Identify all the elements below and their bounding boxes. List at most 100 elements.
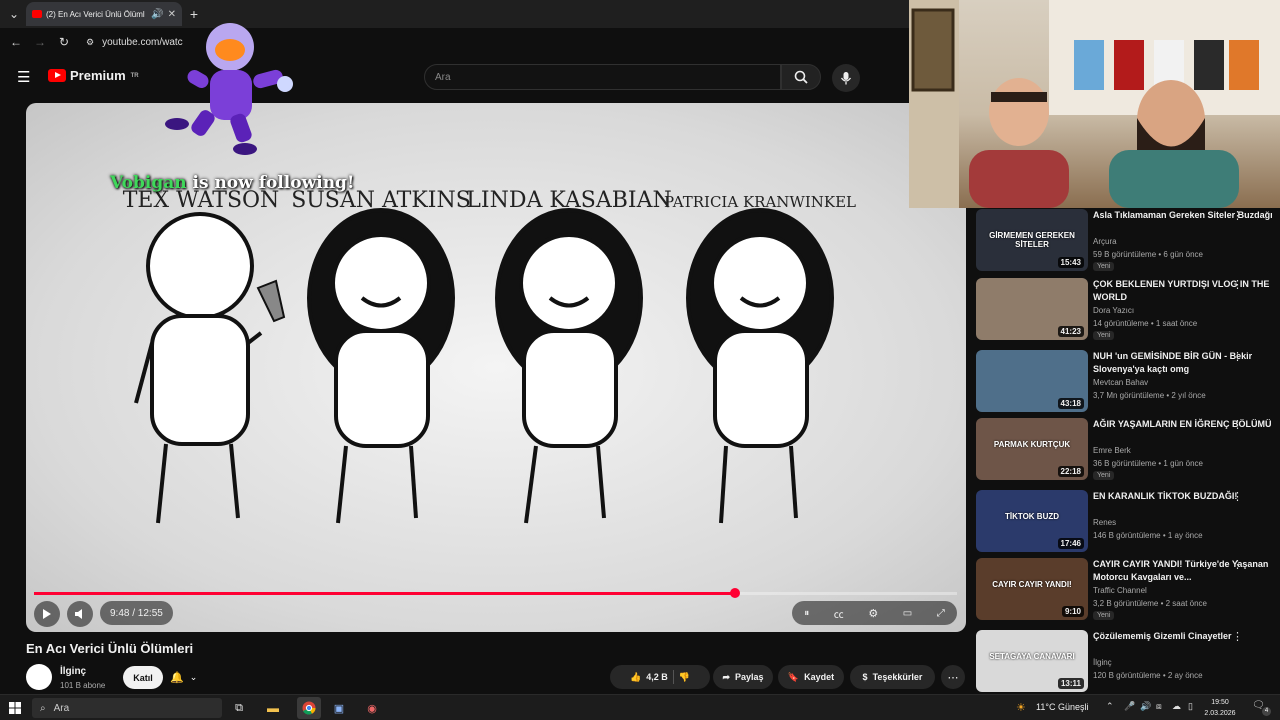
search-button[interactable] xyxy=(781,64,821,90)
recommendation-item[interactable]: SETAGAYA CANAVARI 13:11 Çözülememiş Gizeml… xyxy=(976,630,1276,694)
video-thumbnail[interactable]: TİKTOK BUZD 17:46 xyxy=(976,490,1088,552)
thumbnail-caption: SETAGAYA CANAVARI xyxy=(989,652,1075,661)
recommendation-channel[interactable]: Traffic Channel xyxy=(1093,586,1147,595)
search-icon: ⌕ xyxy=(40,702,46,714)
video-thumbnail[interactable]: CAYIR CAYIR YANDI! 9:10 xyxy=(976,558,1088,620)
save-label: Kaydet xyxy=(804,672,835,682)
recommendation-item[interactable]: CAYIR CAYIR YANDI! 9:10 CAYIR CAYIR YANDI!… xyxy=(976,558,1276,622)
more-vertical-icon[interactable]: ⋮ xyxy=(1232,278,1243,291)
back-arrow-icon[interactable]: ← xyxy=(8,35,24,49)
search-icon xyxy=(794,70,808,84)
autoplay-toggle-icon[interactable]: ⏸ xyxy=(804,608,809,619)
like-dislike-group: 👍 4,2 B 👎 xyxy=(610,665,710,689)
network-tray-icon[interactable]: ⧈ xyxy=(1156,701,1162,712)
more-actions-button[interactable]: ⋯ xyxy=(941,665,965,689)
join-button[interactable]: Katıl xyxy=(123,666,163,689)
windows-taskbar: ⌕ Ara ⧉ ▬ ▣ ◉ ☀ 11°C Güneşli ⌃ 🎤 🔊 ⧈ ☁ ▯… xyxy=(0,694,1280,720)
youtube-premium-logo[interactable]: Premium TR xyxy=(48,68,139,83)
video-thumbnail[interactable]: 43:18 xyxy=(976,350,1088,412)
recommendation-title[interactable]: ÇOK BEKLENEN YURTDIŞI VLOG IN THE WORLD xyxy=(1093,278,1273,304)
new-badge: Yeni xyxy=(1093,471,1115,480)
tab-list-chevron-icon[interactable]: ⌄ xyxy=(6,7,22,21)
recommendation-item[interactable]: 41:23 ÇOK BEKLENEN YURTDIŞI VLOG IN THE W… xyxy=(976,278,1276,342)
recommendation-title[interactable]: AĞIR YAŞAMLARIN EN İĞRENÇ BÖLÜMÜ xyxy=(1093,418,1273,431)
recommendation-channel[interactable]: Mevtcan Bahav xyxy=(1093,378,1148,387)
youtube-favicon-icon xyxy=(32,10,42,18)
taskbar-search-input[interactable]: ⌕ Ara xyxy=(32,698,222,718)
recommendation-channel[interactable]: Dora Yazıcı xyxy=(1093,306,1134,315)
subtitles-icon[interactable]: ㏄ xyxy=(834,606,844,621)
volume-tray-icon[interactable]: 🔊 xyxy=(1140,701,1151,712)
more-vertical-icon[interactable]: ⋮ xyxy=(1232,558,1243,571)
recommendation-title[interactable]: Asla Tıklamaman Gereken Siteler Buzdağı xyxy=(1093,209,1273,222)
recommendation-item[interactable]: PARMAK KURTÇUK 22:18 AĞIR YAŞAMLARIN EN İĞ… xyxy=(976,418,1276,482)
new-badge: Yeni xyxy=(1093,331,1115,340)
channel-avatar[interactable] xyxy=(26,664,52,690)
search-input[interactable]: Ara xyxy=(424,64,781,90)
more-vertical-icon[interactable]: ⋮ xyxy=(1232,418,1243,431)
new-badge: Yeni xyxy=(1093,611,1115,620)
recommendation-title[interactable]: EN KARANLIK TİKTOK BUZDAĞI! xyxy=(1093,490,1273,503)
play-button[interactable] xyxy=(34,601,60,627)
notification-bell-button[interactable]: 🔔 ⌄ xyxy=(170,666,218,689)
reload-icon[interactable]: ↻ xyxy=(56,35,72,49)
fullscreen-icon[interactable]: ⤢ xyxy=(937,608,945,619)
webcam-overlay xyxy=(909,0,1280,208)
video-thumbnail[interactable]: GİRMEMEN GEREKEN SİTELER 15:43 xyxy=(976,209,1088,271)
windows-start-icon[interactable] xyxy=(6,699,24,717)
video-thumbnail[interactable]: PARMAK KURTÇUK 22:18 xyxy=(976,418,1088,480)
volume-button[interactable] xyxy=(67,601,93,627)
recommendation-item[interactable]: TİKTOK BUZD 17:46 EN KARANLIK TİKTOK BUZDA… xyxy=(976,490,1276,554)
miniplayer-icon[interactable]: ▭ xyxy=(903,608,912,619)
tray-chevron-up-icon[interactable]: ⌃ xyxy=(1106,701,1114,712)
remote-desktop-icon[interactable]: ▣ xyxy=(330,699,348,717)
recommendation-channel[interactable]: Renes xyxy=(1093,518,1116,527)
chrome-icon[interactable] xyxy=(297,697,321,719)
recommendation-channel[interactable]: Arçura xyxy=(1093,237,1117,246)
video-duration: 13:11 xyxy=(1057,678,1084,689)
task-view-icon[interactable]: ⧉ xyxy=(230,699,248,717)
recommendation-channel[interactable]: Emre Berk xyxy=(1093,446,1131,455)
share-button[interactable]: ➦ Paylaş xyxy=(713,665,773,689)
recommendation-item[interactable]: 43:18 NUH 'un GEMİSİNDE BİR GÜN - Bekir S… xyxy=(976,350,1276,414)
video-duration: 43:18 xyxy=(1057,398,1084,409)
hamburger-menu-icon[interactable]: ☰ xyxy=(17,68,30,86)
thanks-button[interactable]: $ Teşekkürler xyxy=(850,665,935,689)
microphone-tray-icon[interactable]: 🎤 xyxy=(1124,701,1135,712)
more-vertical-icon[interactable]: ⋮ xyxy=(1232,209,1243,222)
recommendation-title[interactable]: Çözülememiş Gizemli Cinayetler xyxy=(1093,630,1273,643)
clock-time: 19:50 xyxy=(1211,699,1229,706)
thumbs-down-icon[interactable]: 👎 xyxy=(679,672,690,683)
recommendation-title[interactable]: NUH 'un GEMİSİNDE BİR GÜN - Bekir Sloven… xyxy=(1093,350,1273,376)
recommendation-channel[interactable]: İlginç xyxy=(1093,658,1112,667)
video-duration: 9:10 xyxy=(1061,606,1084,617)
recommendation-title[interactable]: CAYIR CAYIR YANDI! Türkiye'de Yaşanan Mo… xyxy=(1093,558,1273,584)
video-thumbnail[interactable]: 41:23 xyxy=(976,278,1088,340)
save-button[interactable]: 🔖 Kaydet xyxy=(778,665,844,689)
progress-scrubber-handle[interactable] xyxy=(729,588,740,598)
video-thumbnail[interactable]: SETAGAYA CANAVARI 13:11 xyxy=(976,630,1088,692)
more-vertical-icon[interactable]: ⋮ xyxy=(1232,630,1243,643)
like-button[interactable]: 👍 4,2 B xyxy=(630,672,668,683)
channel-name[interactable]: İlginç xyxy=(60,666,86,677)
site-info-icon[interactable]: ⚙ xyxy=(86,37,94,48)
notification-count-badge: 4 xyxy=(1262,707,1271,716)
recommendation-meta: 59 B görüntüleme • 6 gün önce xyxy=(1093,250,1203,259)
recommendation-item[interactable]: GİRMEMEN GEREKEN SİTELER 15:43 Asla Tıklam… xyxy=(976,209,1276,273)
obs-app-icon[interactable]: ◉ xyxy=(363,699,381,717)
file-explorer-icon[interactable]: ▬ xyxy=(264,699,282,717)
thumbnail-caption: TİKTOK BUZD xyxy=(1004,512,1060,521)
taskbar-search-placeholder: Ara xyxy=(53,702,70,714)
forward-arrow-icon[interactable]: → xyxy=(32,35,48,49)
thanks-label: Teşekkürler xyxy=(872,672,923,682)
weather-text[interactable]: 11°C Güneşli xyxy=(1036,702,1088,712)
system-clock[interactable]: 19:50 2.03.2026 xyxy=(1200,697,1240,719)
more-vertical-icon[interactable]: ⋮ xyxy=(1232,350,1243,363)
settings-gear-icon[interactable]: ⚙ xyxy=(868,607,878,620)
voice-search-button[interactable] xyxy=(832,64,860,92)
recommendation-meta: 3,2 B görüntüleme • 2 saat önce xyxy=(1093,599,1207,608)
more-vertical-icon[interactable]: ⋮ xyxy=(1232,490,1243,503)
bookmark-icon: 🔖 xyxy=(787,671,800,682)
battery-tray-icon[interactable]: ▯ xyxy=(1188,701,1193,712)
onedrive-tray-icon[interactable]: ☁ xyxy=(1172,701,1181,712)
